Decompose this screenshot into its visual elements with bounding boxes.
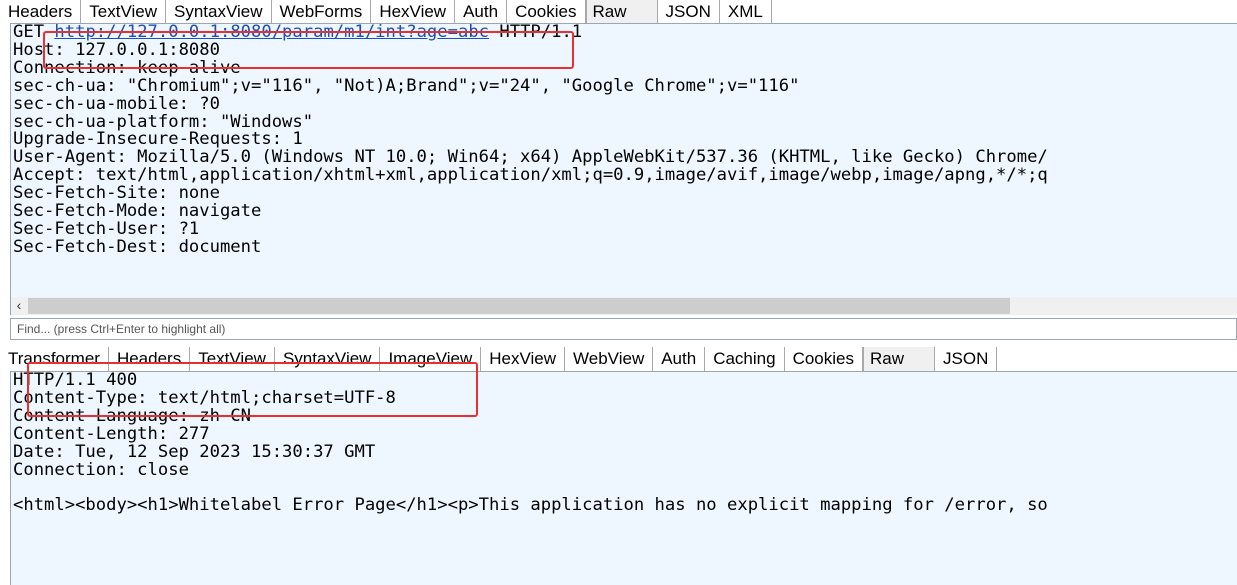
response-tab-cookies[interactable]: Cookies bbox=[785, 347, 863, 371]
request-tab-webforms[interactable]: WebForms bbox=[272, 0, 372, 24]
find-input[interactable] bbox=[11, 319, 1237, 339]
find-bar bbox=[10, 318, 1237, 340]
response-tab-webview[interactable]: WebView bbox=[565, 347, 654, 371]
response-raw-text: HTTP/1.1 400 Content-Type: text/html;cha… bbox=[11, 372, 1237, 515]
response-tab-textview[interactable]: TextView bbox=[190, 347, 275, 371]
request-line: Sec-Fetch-Dest: document bbox=[13, 236, 262, 257]
response-line: Connection: close bbox=[13, 459, 189, 480]
scroll-left-arrow-icon[interactable]: ‹ bbox=[11, 297, 27, 315]
request-tab-xml[interactable]: XML bbox=[720, 0, 772, 24]
request-raw-text: GET http://127.0.0.1:8080/param/m1/int?a… bbox=[11, 24, 1237, 257]
request-tab-textview[interactable]: TextView bbox=[81, 0, 166, 24]
request-tab-hexview[interactable]: HexView bbox=[371, 0, 456, 24]
request-tab-syntaxview[interactable]: SyntaxView bbox=[166, 0, 272, 24]
response-tab-transformer[interactable]: Transformer bbox=[0, 347, 109, 371]
response-raw-view[interactable]: HTTP/1.1 400 Content-Type: text/html;cha… bbox=[10, 371, 1237, 585]
scrollbar-thumb[interactable] bbox=[28, 298, 1010, 314]
response-tab-imageview[interactable]: ImageView bbox=[380, 347, 482, 371]
request-tab-cookies[interactable]: Cookies bbox=[507, 0, 586, 24]
request-raw-view[interactable]: GET http://127.0.0.1:8080/param/m1/int?a… bbox=[10, 23, 1237, 297]
response-tab-headers[interactable]: Headers bbox=[109, 347, 191, 371]
response-tab-caching[interactable]: Caching bbox=[705, 347, 785, 371]
request-protocol: HTTP/1.1 bbox=[499, 23, 583, 42]
request-tab-auth[interactable]: Auth bbox=[455, 0, 508, 24]
request-tab-raw[interactable]: Raw bbox=[585, 0, 658, 24]
response-tab-hexview[interactable]: HexView bbox=[481, 347, 566, 371]
request-inspector-tabs: Headers TextView SyntaxView WebForms HexView… bbox=[0, 0, 1237, 24]
request-tab-json[interactable]: JSON bbox=[658, 0, 720, 24]
response-inspector-tabs: Transformer Headers TextView SyntaxView Imag… bbox=[0, 347, 1237, 371]
response-tab-auth[interactable]: Auth bbox=[653, 347, 706, 371]
response-tab-json[interactable]: JSON bbox=[935, 347, 998, 371]
response-line: <html><body><h1>Whitelabel Error Page</h… bbox=[13, 495, 1048, 516]
request-tab-headers[interactable]: Headers bbox=[0, 0, 82, 24]
response-tab-syntaxview[interactable]: SyntaxView bbox=[275, 347, 381, 371]
response-tab-raw[interactable]: Raw bbox=[863, 347, 936, 371]
request-horizontal-scrollbar[interactable]: ‹ bbox=[10, 297, 1237, 315]
